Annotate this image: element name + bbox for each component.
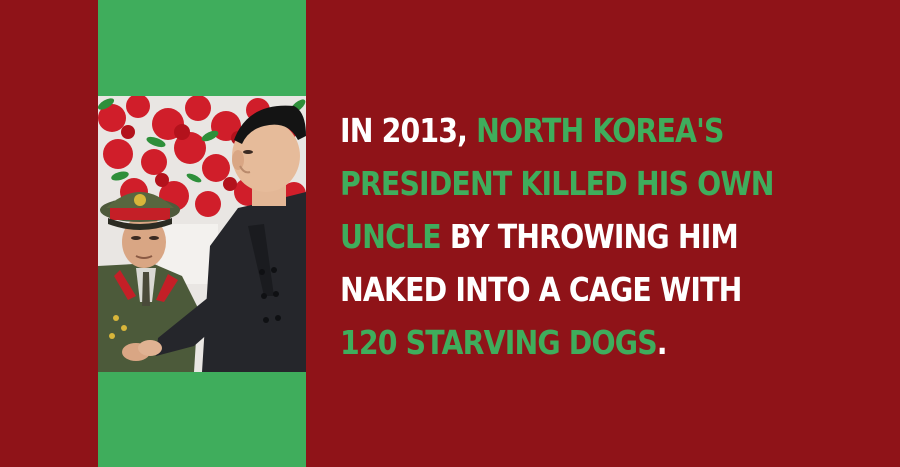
fact-highlight-5: 120 starving dogs bbox=[340, 323, 658, 362]
fact-highlight-2: president killed his own bbox=[340, 164, 775, 203]
fact-text: In 2013, North Korea's president killed h… bbox=[340, 104, 775, 369]
fact-highlight-3: uncle bbox=[340, 217, 442, 256]
fact-text-white-5: . bbox=[656, 323, 668, 362]
news-photo bbox=[98, 96, 306, 372]
fact-text-white-4: naked into a cage with bbox=[340, 270, 742, 309]
fact-highlight-1: North Korea's bbox=[476, 111, 724, 150]
fact-text-white-3: by throwing him bbox=[440, 217, 739, 256]
fact-text-white-1: In 2013, bbox=[340, 111, 477, 150]
